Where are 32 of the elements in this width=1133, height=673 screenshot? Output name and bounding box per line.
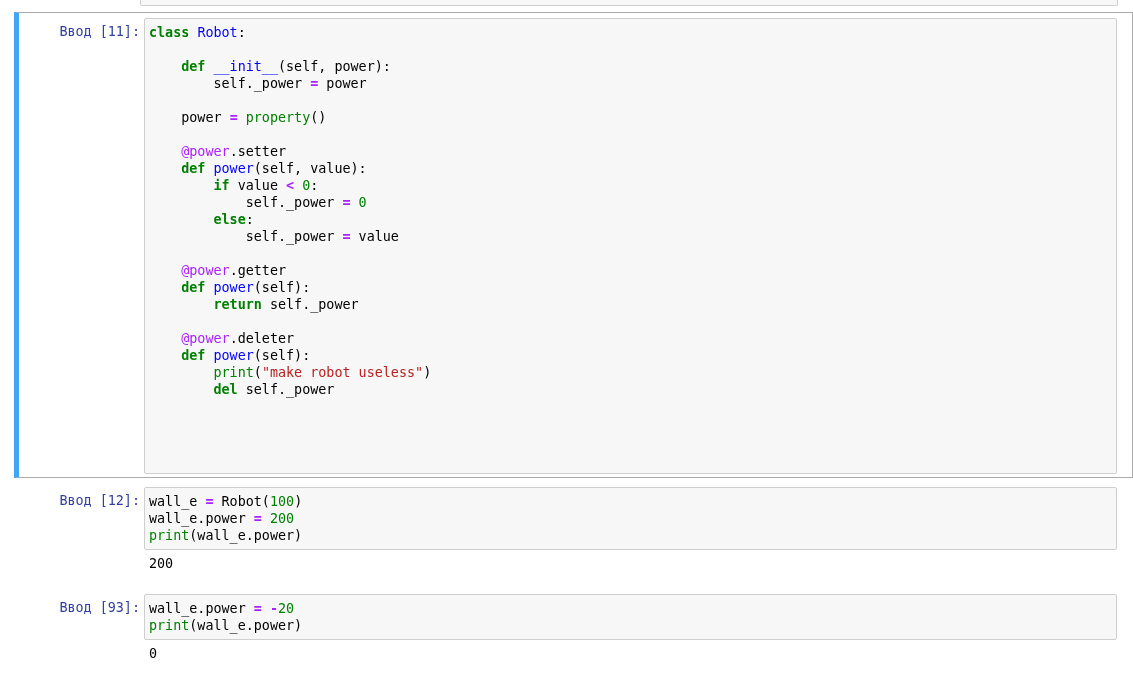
input-prompt: Ввод [12]: <box>58 492 141 510</box>
code-line: if value < 0: <box>212 178 319 193</box>
code-line: self._power = value <box>244 229 399 244</box>
code-line: self._power = 0 <box>244 195 367 210</box>
code-line: def power(self): <box>180 348 311 363</box>
code-line: wall_e = Robot(100) <box>149 494 303 509</box>
cell-output: 0 <box>149 646 158 661</box>
code-line: @power.getter <box>180 263 287 278</box>
code-line: else: <box>212 212 254 227</box>
code-line: return self._power <box>212 297 359 312</box>
code-line: def power(self): <box>180 280 311 295</box>
code-line: print(wall_e.power) <box>149 528 303 543</box>
code-line: wall_e.power = -20 <box>149 601 295 616</box>
notebook-cell[interactable]: Ввод [93]: wall_e.power = -20 print(wall_e.power) 0 <box>14 588 1133 673</box>
code-line: class Robot: <box>149 25 246 40</box>
code-line: del self._power <box>212 382 335 397</box>
code-line: wall_e.power = 200 <box>149 511 295 526</box>
code-editor[interactable]: wall_e = Robot(100) wall_e.power = 200 print(wall_e.power) <box>144 487 1117 550</box>
code-line: print("make robot useless") <box>212 365 432 380</box>
code-line: @power.deleter <box>180 331 295 346</box>
code-editor[interactable]: wall_e.power = -20 print(wall_e.power) <box>144 594 1117 640</box>
code-line: def __init__(self, power): <box>180 59 391 74</box>
code-line: power = property() <box>180 110 327 125</box>
code-line: def power(self, value): <box>180 161 367 176</box>
code-line: self._power = power <box>212 76 367 91</box>
code-editor[interactable] <box>140 0 1118 6</box>
code-line: @power.setter <box>180 144 287 159</box>
input-prompt: Ввод [11]: <box>58 23 141 41</box>
input-prompt: Ввод [93]: <box>58 599 141 617</box>
notebook-cell[interactable]: Ввод [12]: wall_e = Robot(100) wall_e.power = 200 print(wall_e.power) 200 <box>14 481 1133 585</box>
cell-output: 200 <box>149 556 174 571</box>
code-line: print(wall_e.power) <box>149 618 303 633</box>
